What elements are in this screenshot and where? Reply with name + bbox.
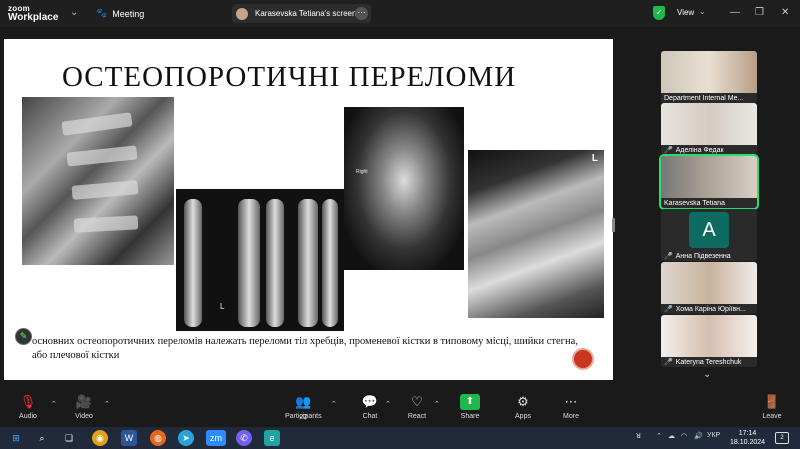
shoulder-xray-image: L <box>468 150 604 318</box>
participant-tile[interactable]: 🎤 Хома Каріна Юріївн... <box>661 262 757 314</box>
meeting-label: Meeting <box>112 8 145 19</box>
wrist-marker: L <box>220 302 225 311</box>
participants-options-chevron-icon[interactable]: ⌃ <box>331 400 337 408</box>
paw-icon: 🐾 <box>96 8 108 18</box>
screen-share-indicator[interactable]: Karasevska Tetiana's screen ··· <box>232 4 371 23</box>
maximize-icon[interactable]: ❐ <box>755 7 764 18</box>
panel-resize-handle[interactable] <box>612 218 615 232</box>
brand-line2: Workplace <box>8 12 59 23</box>
gallery-scroll-down-icon[interactable]: ⌄ <box>703 369 711 380</box>
windows-taskbar: ⊞ ⌕ ❏ ◉ W ◍ ➤ zm ✆ e ꓤ ⌃ ☁ ◠ 🔊 УКР 17:14… <box>0 427 800 449</box>
slide-record-button[interactable] <box>572 348 594 370</box>
participant-tile[interactable]: Department Internal Me... <box>661 51 757 103</box>
video-options-chevron-icon[interactable]: ⌃ <box>104 400 110 408</box>
video-button[interactable]: 🎥 Video <box>74 394 94 420</box>
slide-title: ОСТЕОПОРОТИЧНІ ПЕРЕЛОМИ <box>62 61 517 93</box>
meeting-toolbar: 🎙 Audio ⌃ 🎥 Video ⌃ 👥22 Participants ⌃ 💬… <box>0 390 800 426</box>
security-shield-icon[interactable]: ✓ <box>653 6 665 20</box>
close-icon[interactable]: ✕ <box>781 7 789 18</box>
sharer-avatar <box>236 7 248 20</box>
top-bar: zoom Workplace ⌄ 🐾 Meeting Karasevska Te… <box>0 0 800 27</box>
participant-video <box>661 103 757 145</box>
participant-name: Karasevska Tetiana <box>664 200 725 207</box>
volume-icon[interactable]: 🔊 <box>694 432 703 440</box>
participant-tile[interactable]: A 🎤 Анна Підвезенна <box>661 209 757 261</box>
share-arrow-icon: ⬆ <box>460 394 480 410</box>
wrist-xray-image: L <box>176 189 344 331</box>
react-button[interactable]: ♡ React <box>407 394 427 420</box>
participant-name: 🎤 Kateryna Tereshchuk <box>664 358 742 367</box>
participant-name: 🎤 Хома Каріна Юріївн... <box>664 305 746 314</box>
pen-icon[interactable]: ꓤ <box>636 432 641 440</box>
annotate-pen-icon[interactable]: ✎ <box>15 328 32 345</box>
apps-icon: ⚙ <box>517 394 529 409</box>
telegram-icon[interactable]: ➤ <box>178 430 194 446</box>
language-indicator[interactable]: УКР <box>707 432 720 439</box>
wifi-icon[interactable]: ◠ <box>681 432 687 440</box>
zoom-taskbar-icon[interactable]: zm <box>206 430 226 446</box>
more-dots-icon: ⋯ <box>564 394 578 409</box>
app-icon[interactable]: e <box>264 430 280 446</box>
participant-avatar: A <box>689 212 729 248</box>
hip-marker: Right <box>356 169 368 175</box>
cloud-icon[interactable]: ☁ <box>668 432 675 440</box>
audio-button[interactable]: 🎙 Audio <box>18 394 38 420</box>
hip-xray-image: Right <box>344 107 464 270</box>
participants-icon: 👥22 <box>295 394 312 421</box>
participant-video <box>661 262 757 304</box>
participant-tile[interactable]: 🎤 Kateryna Tereshchuk <box>661 315 757 367</box>
system-clock[interactable]: 17:14 18.10.2024 <box>730 429 765 447</box>
spine-xray-image <box>22 97 174 265</box>
participant-name: 🎤 Анна Підвезенна <box>664 252 731 261</box>
task-view-icon[interactable]: ❏ <box>61 430 77 446</box>
leave-icon: 🚪 <box>763 394 781 409</box>
chevron-down-icon[interactable]: ⌄ <box>70 7 78 18</box>
shoulder-marker: L <box>591 153 598 164</box>
react-options-chevron-icon[interactable]: ⌃ <box>434 400 440 408</box>
shared-slide: ОСТЕОПОРОТИЧНІ ПЕРЕЛОМИ L Right L ✎ осно… <box>4 39 613 380</box>
participant-video <box>661 315 757 357</box>
minimize-icon[interactable]: — <box>730 7 740 18</box>
muted-mic-icon: 🎤 <box>664 147 673 154</box>
screen-share-label: Karasevska Tetiana's screen <box>255 9 357 18</box>
clock-time: 17:14 <box>738 430 757 437</box>
participant-video <box>661 156 757 198</box>
muted-mic-icon: 🎤 <box>664 359 673 366</box>
screen-share-more-button[interactable]: ··· <box>355 7 368 20</box>
participant-name: Department Internal Me... <box>664 95 744 102</box>
slide-caption: основних остеопоротичних переломів належ… <box>32 336 578 361</box>
tray-expand-icon[interactable]: ⌃ <box>656 432 662 440</box>
share-button[interactable]: ⬆ Share <box>460 394 480 420</box>
chat-icon: 💬 <box>361 394 379 409</box>
participant-video <box>661 51 757 93</box>
participant-tile[interactable]: 🎤 Аделіна Федак <box>661 103 757 155</box>
video-camera-icon: 🎥 <box>75 394 93 409</box>
word-icon[interactable]: W <box>121 430 137 446</box>
apps-button[interactable]: ⚙ Apps <box>513 394 533 420</box>
muted-mic-icon: 🎙 <box>19 394 37 409</box>
leave-button[interactable]: 🚪 Leave <box>762 394 782 420</box>
clock-date: 18.10.2024 <box>730 439 766 446</box>
firefox-icon[interactable]: ◍ <box>150 430 166 446</box>
participants-button[interactable]: 👥22 Participants <box>285 394 322 421</box>
notifications-badge[interactable]: 2 <box>775 432 789 444</box>
chat-button[interactable]: 💬 Chat <box>360 394 380 420</box>
more-button[interactable]: ⋯ More <box>561 394 581 420</box>
viber-icon[interactable]: ✆ <box>236 430 252 446</box>
chat-options-chevron-icon[interactable]: ⌃ <box>385 400 391 408</box>
chrome-icon[interactable]: ◉ <box>92 430 108 446</box>
participant-name: 🎤 Аделіна Федак <box>664 146 724 155</box>
participant-tile-active[interactable]: Karasevska Tetiana <box>659 154 759 210</box>
audio-options-chevron-icon[interactable]: ⌃ <box>51 400 57 408</box>
muted-mic-icon: 🎤 <box>664 253 673 260</box>
search-icon[interactable]: ⌕ <box>34 430 50 446</box>
heart-icon: ♡ <box>411 394 423 409</box>
meeting-menu[interactable]: 🐾 Meeting <box>96 8 144 19</box>
muted-mic-icon: 🎤 <box>664 306 673 313</box>
windows-start-icon[interactable]: ⊞ <box>8 430 24 446</box>
zoom-workplace-logo: zoom Workplace <box>8 4 59 23</box>
view-chevron-icon[interactable]: ⌄ <box>699 7 706 16</box>
view-button[interactable]: View <box>677 8 694 17</box>
